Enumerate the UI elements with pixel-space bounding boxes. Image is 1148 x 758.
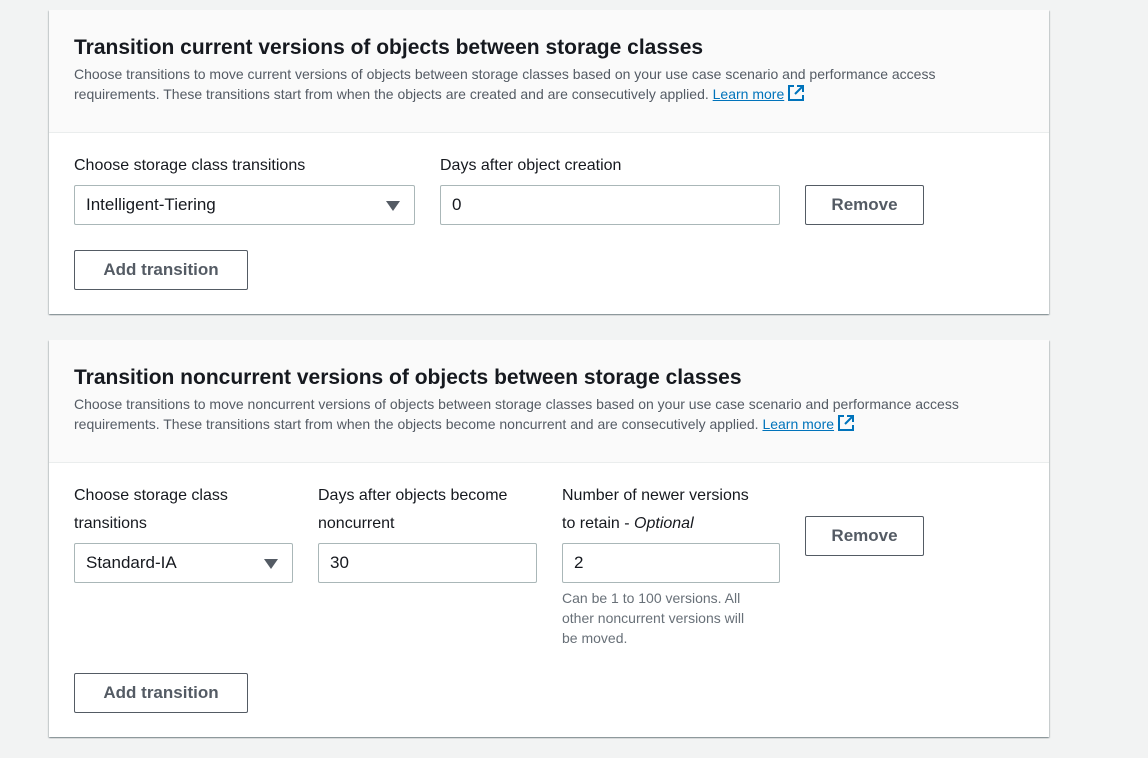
versions-label-line2: to retain - Optional [562,510,749,538]
storage-class-label-line1: Choose storage class [74,487,228,504]
storage-class-label-line2: transitions [74,515,147,532]
learn-more-link[interactable]: Learn more [713,86,785,102]
days-after-creation-input[interactable]: 0 [440,185,780,225]
panel-header: Transition current versions of objects b… [49,10,1049,133]
hint-line3: be moved. [562,630,628,646]
newer-versions-input[interactable]: 2 [562,543,780,583]
storage-class-select[interactable]: Standard-IA [74,543,293,583]
remove-button[interactable]: Remove [805,516,924,556]
panel-description: Choose transitions to move current versi… [74,64,1024,104]
learn-more-link[interactable]: Learn more [762,416,834,432]
caret-down-icon [386,201,400,211]
days-label-line1: Days after objects become [318,487,508,504]
days-after-creation-label: Days after object creation [440,157,622,174]
description-text: Choose transitions to move current versi… [74,66,936,102]
panel-title: Transition current versions of objects b… [74,36,704,59]
panel-header: Transition noncurrent versions of object… [49,340,1049,463]
current-versions-panel: Transition current versions of objects b… [49,10,1049,314]
add-transition-button[interactable]: Add transition [74,673,248,713]
panel-title: Transition noncurrent versions of object… [74,366,742,389]
external-link-icon[interactable] [787,84,805,102]
add-transition-button[interactable]: Add transition [74,250,248,290]
storage-class-label: Choose storage class transitions [74,482,228,538]
optional-tag: Optional [634,515,694,532]
caret-down-icon [264,559,278,569]
noncurrent-versions-panel: Transition noncurrent versions of object… [49,340,1049,737]
versions-label-text: to retain - [562,515,635,532]
newer-versions-label: Number of newer versions to retain - Opt… [562,482,749,538]
external-link-icon[interactable] [837,414,855,432]
days-after-noncurrent-label: Days after objects become noncurrent [318,482,507,538]
hint-line1: Can be 1 to 100 versions. All [562,590,741,606]
versions-label-line1: Number of newer versions [562,487,749,504]
storage-class-label: Choose storage class transitions [74,157,306,174]
hint-line2: other noncurrent versions will [562,610,745,626]
storage-class-selected-value: Standard-IA [86,553,177,572]
newer-versions-hint: Can be 1 to 100 versions. All other nonc… [562,588,744,648]
days-label-line2: noncurrent [318,515,395,532]
remove-button[interactable]: Remove [805,185,924,225]
days-after-noncurrent-input[interactable]: 30 [318,543,537,583]
storage-class-select[interactable]: Intelligent-Tiering [74,185,415,225]
storage-class-selected-value: Intelligent-Tiering [86,195,216,214]
panel-description: Choose transitions to move noncurrent ve… [74,394,1024,434]
